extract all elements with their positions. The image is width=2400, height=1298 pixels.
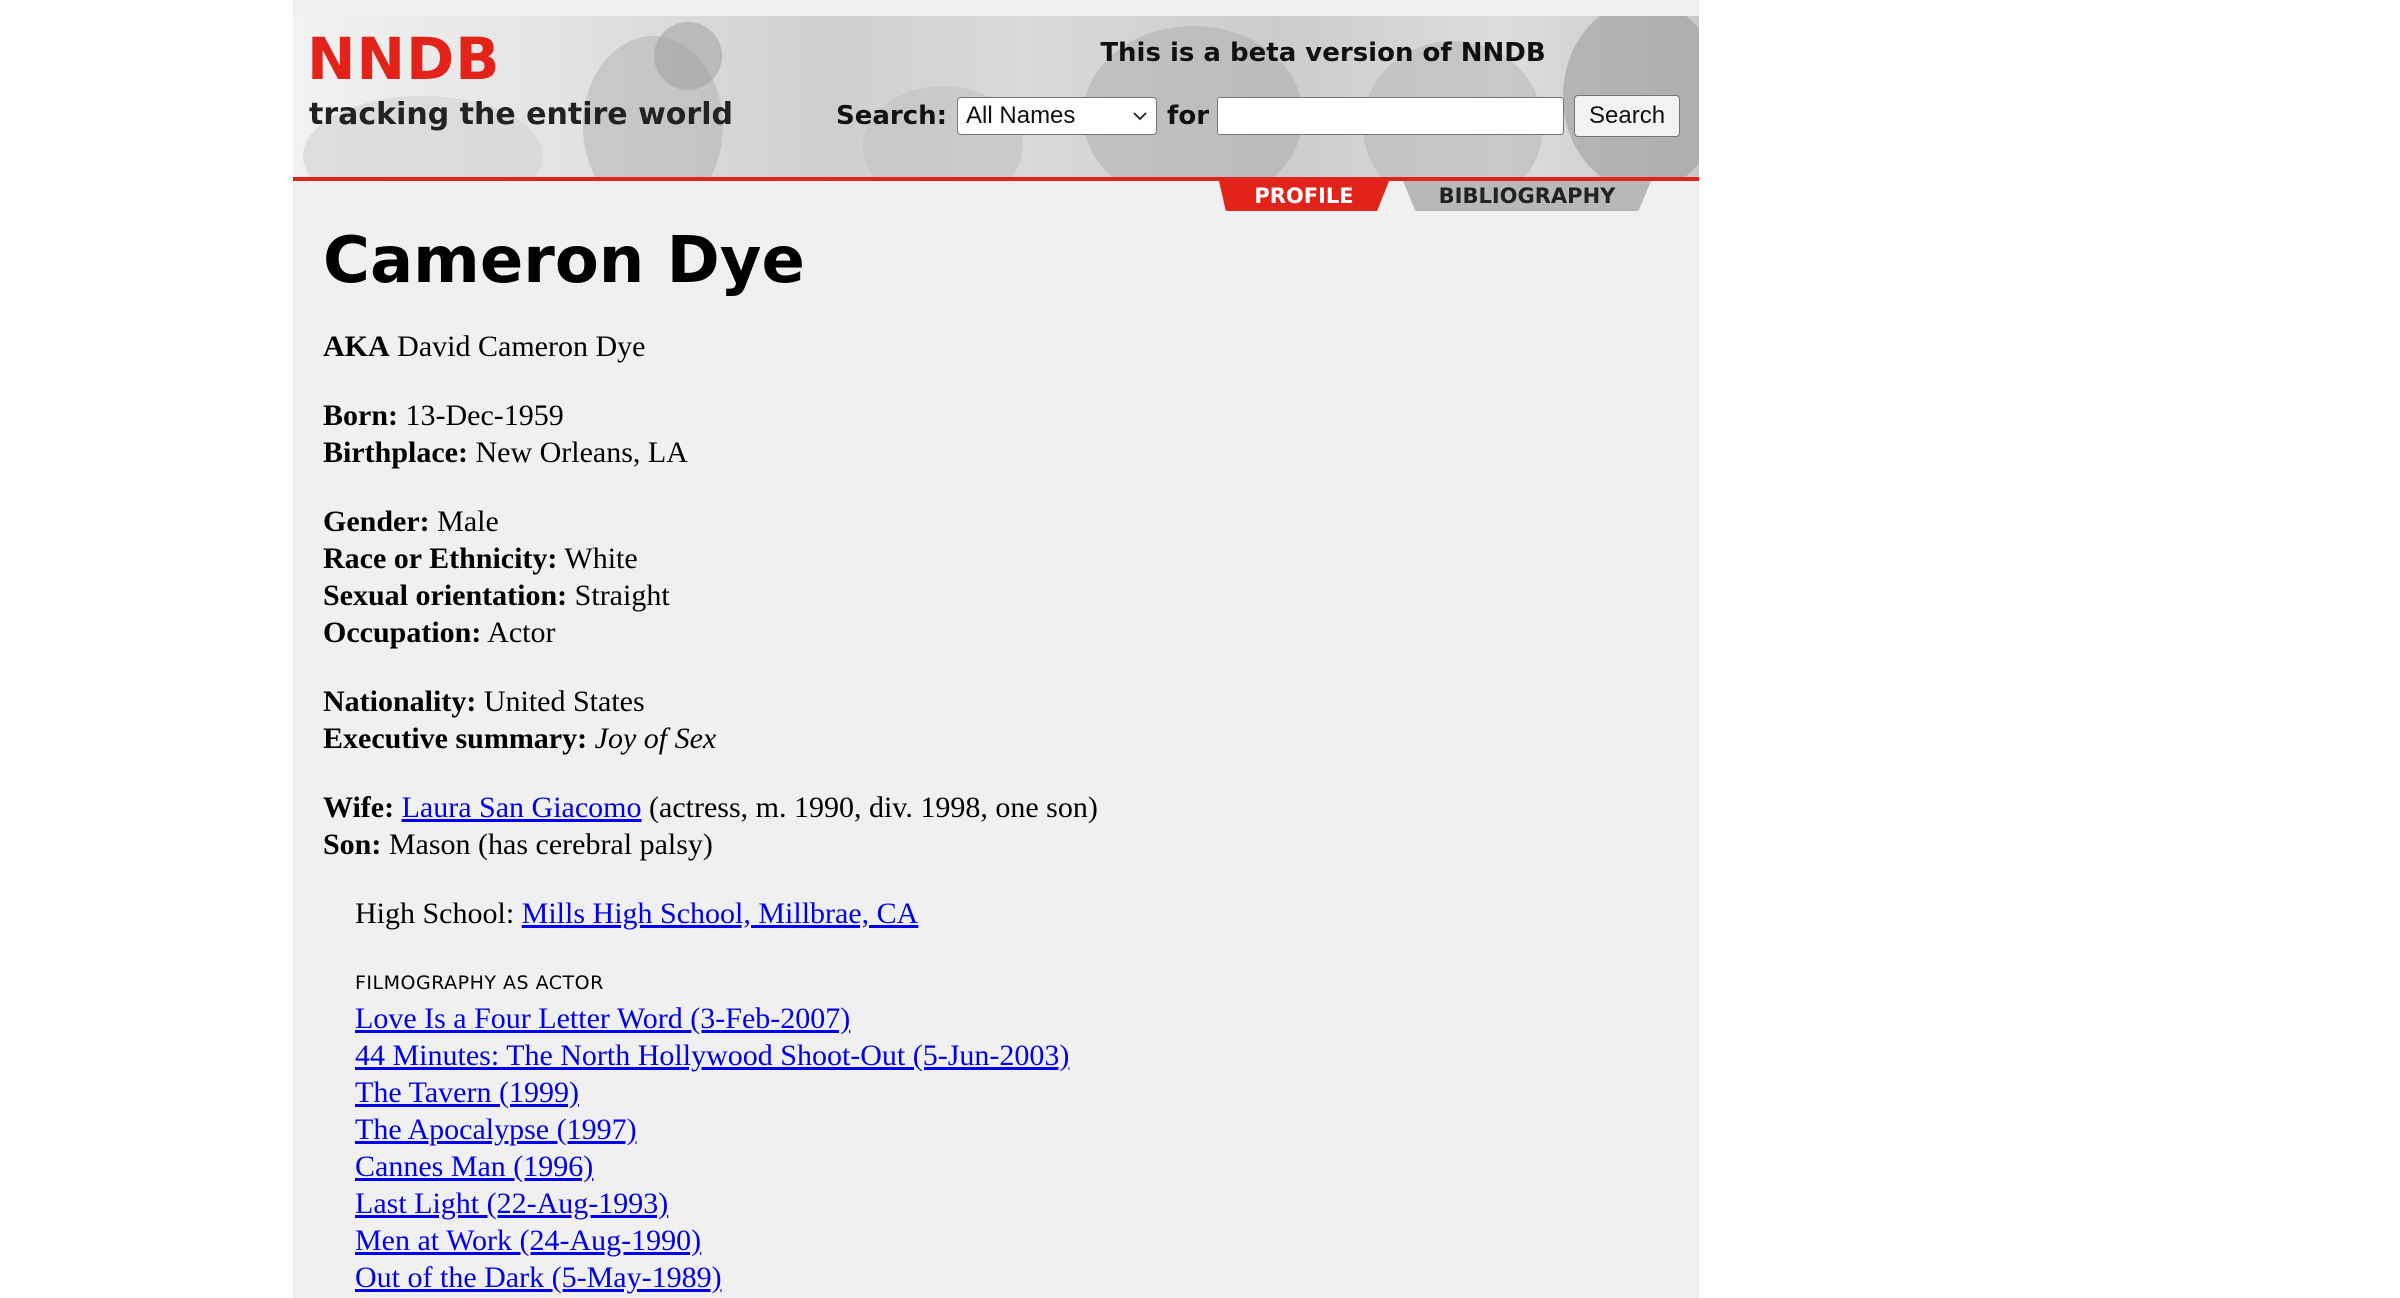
- gender-value: Male: [437, 505, 499, 538]
- search-bar: Search: All Names for Search: [836, 95, 1681, 137]
- occupation-value: Actor: [487, 616, 556, 649]
- for-label: for: [1167, 101, 1210, 131]
- birthplace-line: Birthplace: New Orleans, LA: [323, 434, 688, 471]
- aka-line: AKA David Cameron Dye: [323, 328, 645, 365]
- film-link-text[interactable]: 44 Minutes: The North Hollywood Shoot-Ou…: [355, 1039, 1069, 1072]
- race-value: White: [564, 542, 638, 575]
- tab-profile[interactable]: PROFILE: [1219, 181, 1389, 211]
- orientation-line: Sexual orientation: Straight: [323, 577, 670, 614]
- orientation-value: Straight: [574, 579, 670, 612]
- search-scope-value: All Names: [966, 102, 1076, 129]
- wife-line: Wife: Laura San Giacomo (actress, m. 199…: [323, 789, 1098, 826]
- wife-label: Wife:: [323, 791, 395, 824]
- film-link: Cannes Man (1996): [355, 1148, 593, 1185]
- son-line: Son: Mason (has cerebral palsy): [323, 826, 713, 863]
- nationality-line: Nationality: United States: [323, 683, 645, 720]
- orientation-label: Sexual orientation:: [323, 579, 568, 612]
- page-container: NNDB tracking the entire world This is a…: [293, 0, 1699, 1298]
- search-button[interactable]: Search: [1574, 95, 1681, 137]
- born-label: Born:: [323, 399, 398, 432]
- site-tagline: tracking the entire world: [309, 97, 733, 132]
- summary-label: Executive summary:: [323, 722, 588, 755]
- film-link-text[interactable]: The Apocalypse (1997): [355, 1113, 637, 1146]
- filmography-heading: FILMOGRAPHY AS ACTOR: [355, 972, 604, 994]
- occupation-label: Occupation:: [323, 616, 482, 649]
- born-line: Born: 13-Dec-1959: [323, 397, 564, 434]
- beta-notice: This is a beta version of NNDB: [1100, 38, 1546, 68]
- film-link: Men at Work (24-Aug-1990): [355, 1222, 701, 1259]
- site-logo[interactable]: NNDB: [307, 30, 500, 88]
- film-link-text[interactable]: Out of the Dark (5-May-1989): [355, 1261, 722, 1294]
- film-link-text[interactable]: The Tavern (1999): [355, 1076, 579, 1109]
- page-title: Cameron Dye: [323, 224, 805, 298]
- highschool-link[interactable]: Mills High School, Millbrae, CA: [522, 897, 919, 930]
- summary-line: Executive summary: Joy of Sex: [323, 720, 716, 757]
- summary-value: Joy of Sex: [594, 722, 717, 755]
- highschool-line: High School: Mills High School, Millbrae…: [355, 895, 918, 932]
- wife-link[interactable]: Laura San Giacomo: [402, 791, 642, 824]
- highschool-label: High School:: [355, 897, 515, 930]
- race-line: Race or Ethnicity: White: [323, 540, 638, 577]
- birthplace-value: New Orleans, LA: [475, 436, 688, 469]
- chevron-down-icon: [1133, 112, 1147, 121]
- film-link-text[interactable]: Cannes Man (1996): [355, 1150, 593, 1183]
- occupation-line: Occupation: Actor: [323, 614, 556, 651]
- search-label: Search:: [836, 101, 948, 131]
- film-link: Last Light (22-Aug-1993): [355, 1185, 668, 1222]
- film-link: Out of the Dark (5-May-1989): [355, 1259, 722, 1296]
- header-divider: [293, 177, 1699, 181]
- aka-label: AKA: [323, 330, 390, 363]
- tab-bibliography[interactable]: BIBLIOGRAPHY: [1403, 181, 1651, 211]
- aka-value: David Cameron Dye: [397, 330, 646, 363]
- gender-line: Gender: Male: [323, 503, 499, 540]
- race-label: Race or Ethnicity:: [323, 542, 558, 575]
- film-link: The Tavern (1999): [355, 1074, 579, 1111]
- film-link: The Apocalypse (1997): [355, 1111, 637, 1148]
- son-label: Son:: [323, 828, 382, 861]
- birthplace-label: Birthplace:: [323, 436, 468, 469]
- wife-detail: (actress, m. 1990, div. 1998, one son): [649, 791, 1098, 824]
- son-detail: Mason (has cerebral palsy): [388, 828, 713, 861]
- film-link-text[interactable]: Men at Work (24-Aug-1990): [355, 1224, 701, 1257]
- film-link: Love Is a Four Letter Word (3-Feb-2007): [355, 1000, 850, 1037]
- gender-label: Gender:: [323, 505, 430, 538]
- film-link: 44 Minutes: The North Hollywood Shoot-Ou…: [355, 1037, 1069, 1074]
- born-value: 13-Dec-1959: [405, 399, 564, 432]
- nationality-value: United States: [483, 685, 645, 718]
- site-header: NNDB tracking the entire world This is a…: [293, 16, 1699, 178]
- search-scope-select[interactable]: All Names: [957, 97, 1158, 135]
- nationality-label: Nationality:: [323, 685, 477, 718]
- film-link-text[interactable]: Love Is a Four Letter Word (3-Feb-2007): [355, 1002, 850, 1035]
- search-input[interactable]: [1217, 97, 1565, 135]
- film-link-text[interactable]: Last Light (22-Aug-1993): [355, 1187, 668, 1220]
